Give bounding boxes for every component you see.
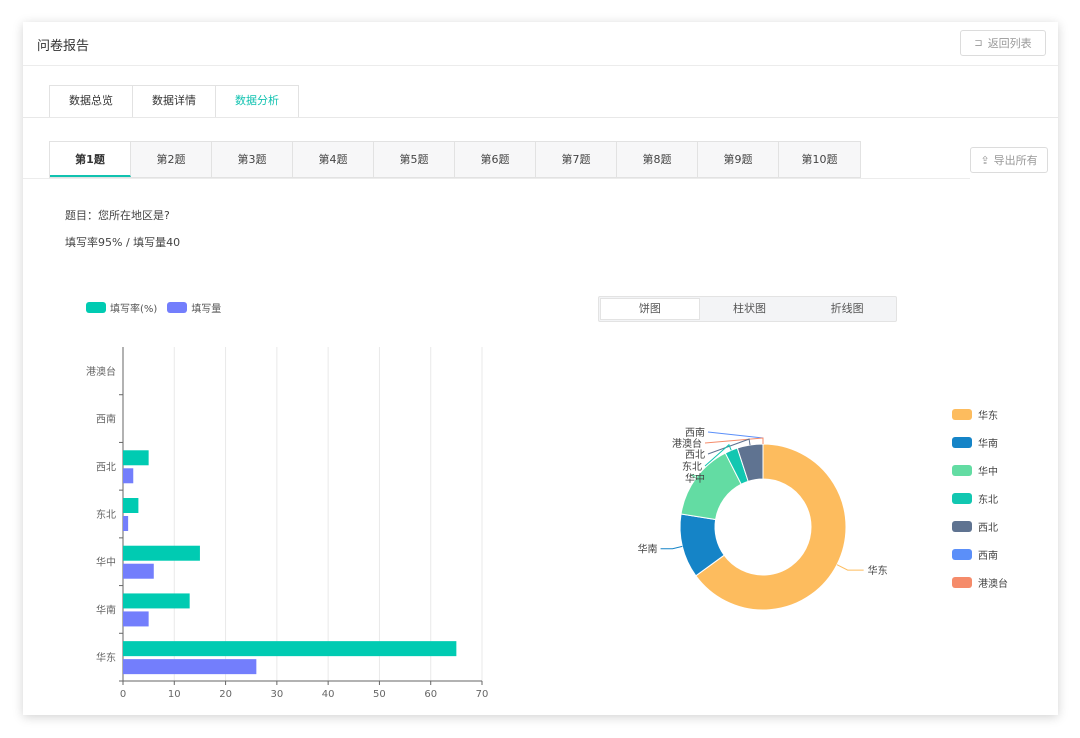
donut-legend-item[interactable]: 东北 [952, 491, 998, 506]
y-tick-label: 华东 [96, 651, 116, 664]
donut-legend-item[interactable]: 西南 [952, 547, 998, 562]
chart-type-line[interactable]: 折线图 [798, 297, 896, 321]
donut-legend-label: 华中 [978, 467, 998, 478]
donut-label: 西南 [685, 426, 705, 439]
bar-rate-华南 [123, 593, 190, 609]
bar-rate-华中 [123, 545, 200, 561]
donut-legend-item[interactable]: 华南 [952, 435, 998, 450]
donut-legend-item[interactable]: 港澳台 [952, 575, 1008, 590]
x-tick-label: 0 [120, 689, 126, 700]
donut-label-line [704, 437, 764, 444]
donut-label-line [836, 564, 864, 571]
donut-label: 华南 [638, 543, 658, 556]
bar-count-西北 [123, 468, 134, 484]
donut-slice-华南 [679, 513, 725, 577]
donut-legend-swatch [952, 549, 972, 560]
bar-chart: 0 10 20 30 40 50 60 70 华东 华南 华中 东北 西北 西南 港澳台 [86, 347, 489, 700]
export-all-label: 导出所有 [993, 154, 1038, 167]
donut-legend-swatch [952, 437, 972, 448]
export-all-button[interactable]: ⇪ 导出所有 [970, 147, 1048, 173]
chart-type-bar[interactable]: 柱状图 [701, 297, 799, 321]
bar-rate-西北 [123, 450, 149, 466]
x-tick-label: 60 [424, 689, 437, 700]
donut-label: 华中 [685, 472, 705, 485]
report-window: 问卷报告 ⊐ 返回列表 数据总览 数据详情 数据分析 第1题 第2题 第3题 第… [23, 22, 1058, 715]
donut-label: 西北 [685, 449, 705, 461]
donut-slice-华中 [680, 452, 742, 521]
y-tick-label: 华中 [96, 556, 116, 569]
bar-count-东北 [123, 516, 129, 531]
chart-type-pie[interactable]: 饼图 [600, 298, 700, 320]
donut-slice-东北 [724, 447, 749, 485]
donut-legend-label: 西南 [978, 551, 998, 562]
x-tick-label: 70 [476, 689, 489, 700]
bar-rate-东北 [123, 498, 139, 513]
tab-question-8[interactable]: 第8题 [617, 142, 698, 177]
bar-count-华中 [123, 563, 154, 579]
donut-legend-item[interactable]: 华东 [952, 407, 998, 422]
donut-label-line [707, 438, 751, 455]
return-icon: ⊐ [974, 37, 983, 49]
donut-legend-swatch [952, 521, 972, 532]
export-icon: ⇪ [980, 153, 990, 167]
donut-legend-swatch [952, 465, 972, 476]
x-tick-label: 40 [322, 689, 335, 700]
x-tick-label: 30 [270, 689, 283, 700]
y-tick-label: 西南 [96, 413, 116, 426]
donut-legend-swatch [952, 493, 972, 504]
x-tick-label: 50 [373, 689, 386, 700]
donut-legend-swatch [952, 577, 972, 588]
y-tick-label: 华南 [96, 603, 116, 616]
donut-legend-item[interactable]: 西北 [952, 519, 998, 534]
chart-type-switch: 饼图 柱状图 折线图 [598, 296, 897, 322]
donut-legend-label: 西北 [978, 523, 998, 534]
donut-label: 东北 [682, 460, 702, 473]
donut-label: 港澳台 [672, 437, 702, 450]
donut-label-line [660, 545, 683, 550]
donut-label: 华东 [868, 564, 888, 577]
donut-legend-label: 华南 [978, 439, 998, 450]
donut-label-line [707, 431, 764, 444]
donut-label-line [704, 443, 732, 467]
y-tick-label: 东北 [96, 508, 116, 521]
bar-count-华南 [123, 611, 149, 627]
donut-legend-label: 港澳台 [978, 579, 1008, 590]
donut-legend-label: 东北 [978, 495, 998, 506]
x-tick-label: 10 [168, 689, 181, 700]
donut-slice-华东 [695, 443, 847, 611]
donut-legend-swatch [952, 409, 972, 420]
donut-legend-item[interactable]: 华中 [952, 463, 998, 478]
bar-count-华东 [123, 659, 257, 675]
back-to-list-label: 返回列表 [987, 37, 1032, 50]
back-to-list-button[interactable]: ⊐ 返回列表 [960, 30, 1046, 56]
y-tick-label: 港澳台 [86, 365, 116, 378]
donut-legend-label: 华东 [978, 411, 998, 422]
tab-question-10[interactable]: 第10题 [779, 142, 860, 177]
donut-label-line [690, 474, 709, 479]
donut-slice-西北 [736, 443, 764, 482]
tab-question-9[interactable]: 第9题 [698, 142, 779, 177]
y-tick-label: 西北 [96, 461, 116, 473]
bar-rate-华东 [123, 641, 457, 657]
x-tick-label: 20 [219, 689, 232, 700]
